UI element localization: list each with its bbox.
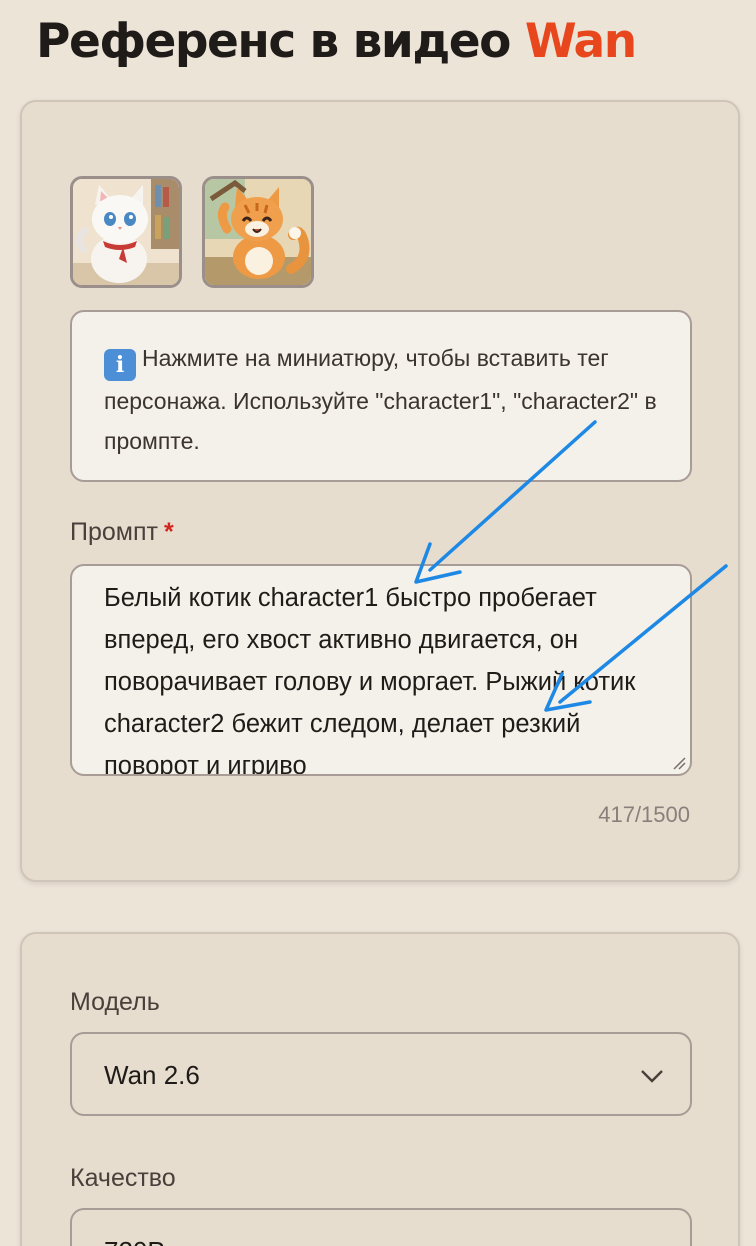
info-text: Нажмите на миниатюру, чтобы вставить тег… bbox=[104, 345, 657, 454]
character2-thumbnail[interactable] bbox=[202, 176, 314, 288]
prompt-value: Белый котик character1 быстро пробегает … bbox=[104, 584, 636, 776]
char-counter: 417/1500 bbox=[598, 802, 690, 827]
prompt-label-text: Промпт bbox=[70, 518, 158, 546]
chevron-down-icon bbox=[641, 1070, 663, 1083]
prompt-scrolled-line bbox=[104, 566, 664, 577]
prompt-text: Белый котик character1 быстро пробегает … bbox=[104, 566, 664, 776]
model-select-value: Wan 2.6 bbox=[104, 1060, 200, 1090]
model-select[interactable]: Wan 2.6 bbox=[70, 1032, 692, 1116]
character1-thumbnail[interactable] bbox=[70, 176, 182, 288]
resize-handle-icon[interactable] bbox=[672, 756, 686, 770]
info-hint: i Нажмите на миниатюру, чтобы вставить те… bbox=[70, 310, 692, 482]
info-icon: i bbox=[104, 349, 136, 381]
prompt-label: Промпт * bbox=[70, 518, 174, 547]
title-accent: Wan bbox=[524, 14, 637, 69]
model-label: Модель bbox=[70, 988, 160, 1016]
quality-label: Качество bbox=[70, 1164, 176, 1192]
settings-card: Модель Wan 2.6 Качество 720P bbox=[20, 932, 740, 1246]
prompt-card: i Нажмите на миниатюру, чтобы вставить те… bbox=[20, 100, 740, 882]
orange-cat-image bbox=[205, 179, 311, 285]
page-title: Референс в видео Wan bbox=[36, 14, 637, 69]
white-kitten-image bbox=[73, 179, 179, 285]
quality-select-value: 720P bbox=[104, 1236, 165, 1246]
title-main: Референс в видео bbox=[36, 14, 511, 69]
page: Референс в видео Wan i Нажмите на миниат… bbox=[0, 0, 756, 1246]
prompt-textarea[interactable]: Белый котик character1 быстро пробегает … bbox=[70, 564, 692, 776]
quality-select[interactable]: 720P bbox=[70, 1208, 692, 1246]
required-mark: * bbox=[163, 518, 174, 546]
